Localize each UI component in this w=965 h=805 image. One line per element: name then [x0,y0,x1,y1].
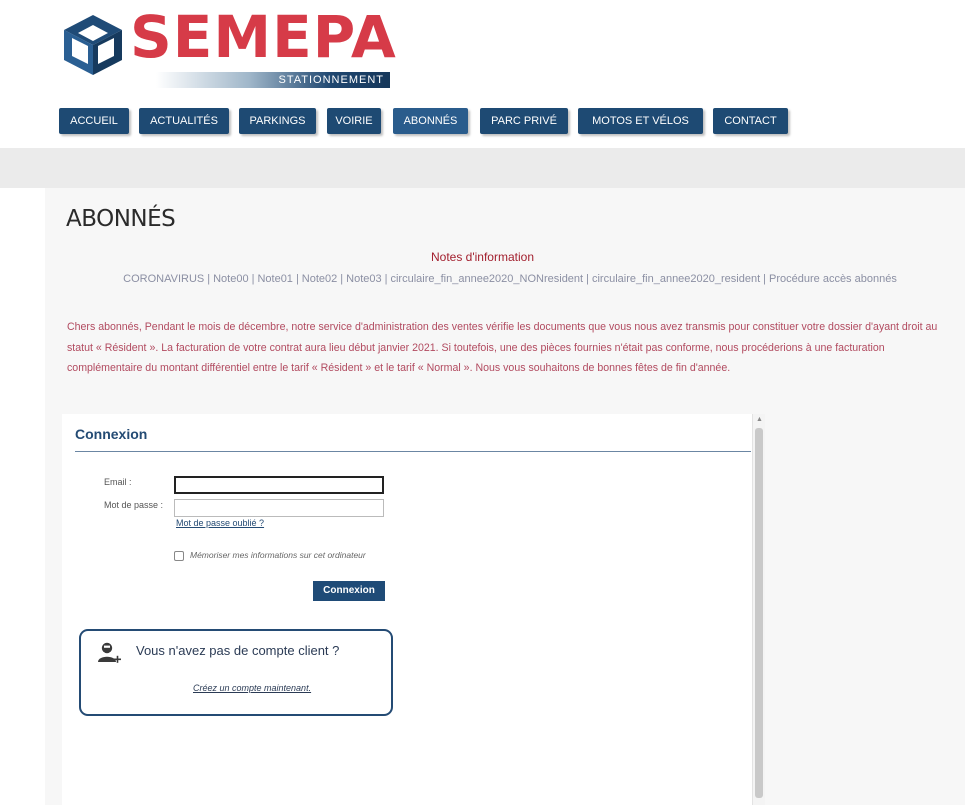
brand-tagline: STATIONNEMENT [156,72,390,88]
scrollbar-thumb[interactable] [755,428,763,798]
separator: | [340,273,344,285]
note-link-circulaire-nonresident[interactable]: circulaire_fin_annee2020_NONresident [390,273,583,285]
notes-links: CORONAVIRUS | Note00 | Note01 | Note02 | Note03 |… [70,269,950,289]
note-link-circulaire-resident[interactable]: circulaire_fin_annee2020_resident [592,273,760,285]
nav-item-motos-velos[interactable]: MOTOS ET VÉLOS [578,108,703,134]
login-divider [75,451,751,452]
login-title: Connexion [75,426,148,442]
nav-item-parkings[interactable]: PARKINGS [239,108,316,134]
note-link-procedure-acces[interactable]: Procédure accès abonnés [769,273,897,285]
frame-scrollbar[interactable]: ▲ [752,414,765,805]
nav-item-parc-prive[interactable]: PARC PRIVÉ [480,108,568,134]
login-button[interactable]: Connexion [313,581,385,601]
cube-logo-icon [64,15,122,75]
email-field[interactable] [174,476,384,494]
remember-checkbox[interactable] [174,551,184,561]
separator: | [251,273,255,285]
email-label: Email : [104,477,132,487]
register-title: Vous n'avez pas de compte client ? [136,643,340,658]
brand-name: SEMEPA [130,3,397,71]
scroll-up-icon[interactable]: ▲ [756,416,763,424]
separator: | [207,273,211,285]
remember-label[interactable]: Mémoriser mes informations sur cet ordin… [190,550,366,560]
separator: | [295,273,299,285]
forgot-password-link[interactable]: Mot de passe oublié ? [176,518,264,528]
page-title: ABONNÉS [66,206,176,232]
note-link-note02[interactable]: Note02 [302,273,337,285]
login-frame [62,414,762,805]
note-link-note03[interactable]: Note03 [346,273,381,285]
note-link-note01[interactable]: Note01 [257,273,292,285]
note-link-coronavirus[interactable]: CORONAVIRUS [123,273,204,285]
nav-item-voirie[interactable]: VOIRIE [327,108,381,134]
header-band [0,148,965,188]
subscriber-message: Chers abonnés, Pendant le mois de décemb… [67,321,938,374]
password-label: Mot de passe : [104,500,164,510]
separator: | [586,273,589,285]
site-logo[interactable]: SEMEPA STATIONNEMENT [58,3,398,90]
password-field[interactable] [174,499,384,517]
nav-item-actualites[interactable]: ACTUALITÉS [139,108,229,134]
user-add-icon [98,642,121,663]
create-account-link[interactable]: Créez un compte maintenant. [193,683,311,693]
nav-item-abonnes[interactable]: ABONNÉS [393,108,468,134]
nav-item-accueil[interactable]: ACCUEIL [59,108,129,134]
notes-title: Notes d'information [430,250,534,264]
nav-item-contact[interactable]: CONTACT [713,108,788,134]
separator: | [763,273,767,285]
note-link-note00[interactable]: Note00 [213,273,248,285]
separator: | [384,273,388,285]
